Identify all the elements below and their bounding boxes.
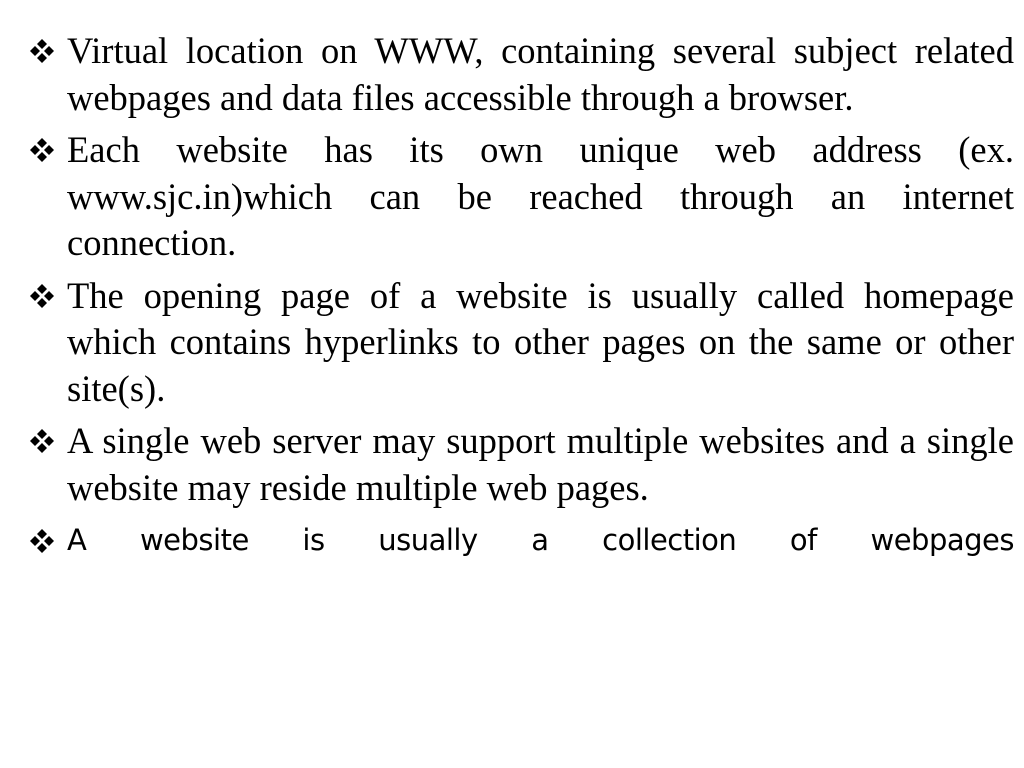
diamond-cluster-icon bbox=[30, 39, 54, 63]
bullet-item: A single web server may support multiple… bbox=[30, 418, 1014, 511]
bullet-text: A single web server may support multiple… bbox=[67, 420, 1014, 508]
bullet-item: Each website has its own unique web addr… bbox=[30, 127, 1014, 267]
bullet-item: The opening page of a website is usually… bbox=[30, 273, 1014, 413]
bullet-item: A website is usually a collection of web… bbox=[30, 517, 1015, 563]
bullet-text: Virtual location on WWW, containing seve… bbox=[67, 30, 1014, 118]
bullet-text: A website is usually a collection of web… bbox=[67, 523, 1015, 557]
bullet-list: Virtual location on WWW, containing seve… bbox=[30, 28, 1015, 569]
slide: Virtual location on WWW, containing seve… bbox=[0, 0, 1024, 768]
diamond-cluster-icon bbox=[30, 529, 54, 553]
diamond-cluster-icon bbox=[30, 283, 54, 308]
bullet-text: Each website has its own unique web addr… bbox=[67, 129, 1014, 263]
diamond-cluster-icon bbox=[30, 138, 54, 162]
diamond-cluster-icon bbox=[30, 429, 54, 453]
bullet-text: The opening page of a website is usually… bbox=[67, 274, 1014, 409]
bullet-item: Virtual location on WWW, containing seve… bbox=[30, 28, 1014, 121]
